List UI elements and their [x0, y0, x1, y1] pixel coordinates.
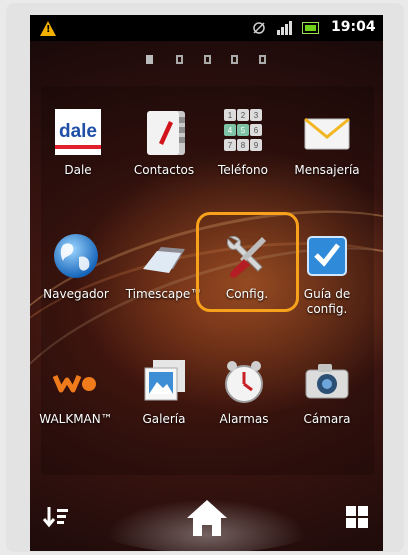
app-label: Dale	[64, 163, 92, 177]
app-mensajeria[interactable]: Mensajería	[286, 107, 368, 178]
phone-screen: ! 19:04 dale Dale Contactos 1 2 3 4 5 6 …	[30, 15, 383, 551]
dale-icon: dale	[55, 109, 101, 155]
walkman-icon	[52, 375, 96, 393]
app-label: Alarmas	[219, 412, 269, 426]
svg-text:6: 6	[254, 126, 259, 135]
app-label: Galería	[142, 412, 186, 426]
checkbox-guide-icon	[307, 236, 347, 276]
vibrate-icon	[253, 22, 265, 34]
svg-text:1: 1	[228, 111, 233, 120]
svg-text:7: 7	[228, 141, 233, 150]
app-label: Cámara	[303, 412, 351, 426]
contacts-icon	[147, 111, 185, 155]
home-icon[interactable]	[185, 498, 229, 538]
app-telefono[interactable]: 1 2 3 4 5 6 7 8 9 Teléfono	[202, 107, 284, 178]
alarm-clock-icon	[225, 361, 263, 403]
app-label: Timescape™	[125, 287, 203, 301]
clock-time: 19:04	[331, 19, 376, 35]
camera-icon	[305, 364, 349, 399]
page-dot[interactable]	[259, 55, 266, 64]
app-label: Navegador	[43, 287, 109, 301]
svg-text:5: 5	[241, 126, 246, 135]
bottom-navbar	[30, 475, 383, 551]
page-dot-active[interactable]	[146, 55, 153, 64]
app-label: Teléfono	[218, 163, 268, 177]
app-alarmas[interactable]: Alarmas	[203, 356, 285, 427]
app-label: Mensajería	[294, 163, 360, 177]
app-galeria[interactable]: Galería	[123, 356, 205, 427]
app-walkman[interactable]: WALKMAN™	[35, 356, 117, 427]
svg-text:2: 2	[241, 111, 246, 120]
page-dot[interactable]	[231, 55, 238, 64]
selection-highlight	[196, 212, 299, 312]
app-label: Guía de config.	[303, 287, 351, 316]
timescape-icon	[143, 247, 185, 273]
page-dot[interactable]	[204, 55, 211, 64]
status-bar[interactable]: ! 19:04	[30, 15, 383, 41]
app-label: WALKMAN™	[39, 412, 113, 426]
app-timescape[interactable]: Timescape™	[123, 231, 205, 302]
svg-text:8: 8	[241, 141, 246, 150]
app-dale[interactable]: dale Dale	[37, 107, 119, 178]
gallery-icon	[144, 360, 185, 401]
app-navegador[interactable]: Navegador	[35, 231, 117, 302]
page-indicator	[146, 53, 271, 67]
app-grid-icon[interactable]	[345, 505, 369, 529]
page-dot[interactable]	[176, 55, 183, 64]
warning-icon: !	[40, 21, 56, 36]
app-camara[interactable]: Cámara	[286, 356, 368, 427]
svg-text:4: 4	[228, 126, 233, 135]
sort-icon[interactable]	[42, 505, 70, 529]
globe-icon	[54, 234, 98, 278]
app-label: Contactos	[133, 163, 195, 177]
dialpad-icon: 1 2 3 4 5 6 7 8 9	[224, 109, 262, 151]
signal-bars-icon	[277, 21, 292, 35]
envelope-icon	[304, 117, 350, 150]
svg-text:9: 9	[254, 141, 259, 150]
battery-icon	[302, 22, 319, 34]
app-contactos[interactable]: Contactos	[123, 107, 205, 178]
svg-text:3: 3	[254, 111, 259, 120]
dale-logo-text: dale	[59, 121, 97, 142]
